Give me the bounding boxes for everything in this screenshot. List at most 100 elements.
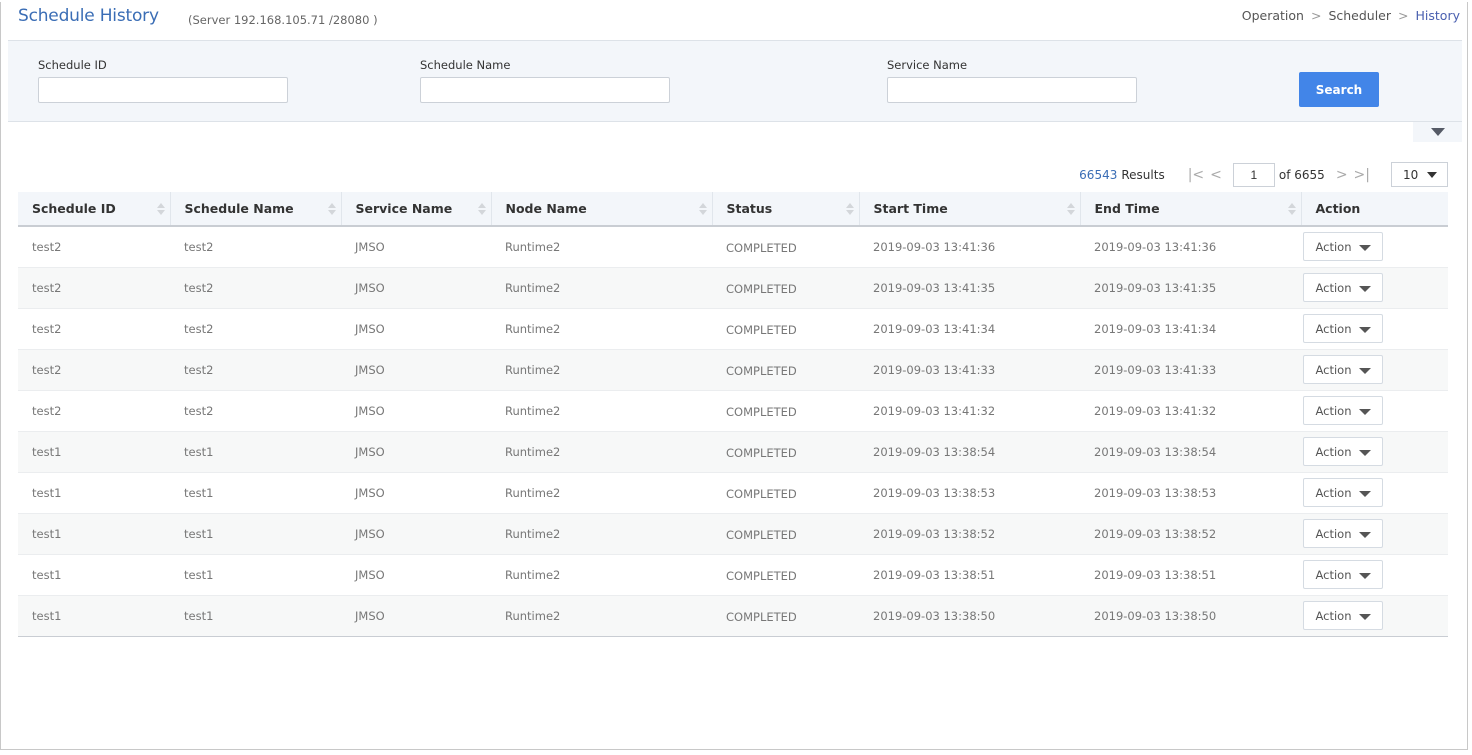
- breadcrumb-scheduler[interactable]: Scheduler: [1328, 8, 1391, 23]
- sort-desc-icon: [156, 210, 165, 215]
- action-label: Action: [1315, 526, 1352, 541]
- cell-service-name: JMSO: [341, 595, 491, 637]
- page-size-value: 10: [1403, 167, 1419, 182]
- service-name-input[interactable]: [887, 77, 1137, 103]
- pagination: 66543 Results |< < of 6655 > >| 10: [1079, 162, 1448, 187]
- breadcrumb-operation[interactable]: Operation: [1242, 8, 1304, 23]
- cell-end-time: 2019-09-03 13:38:51: [1080, 554, 1301, 596]
- cell-end-time: 2019-09-03 13:38:52: [1080, 513, 1301, 555]
- cell-service-name: JMSO: [341, 513, 491, 555]
- sort-asc-icon: [698, 203, 707, 208]
- cell-action: Action: [1301, 554, 1448, 596]
- cell-schedule-name: test1: [170, 513, 341, 555]
- column-header-label: Schedule Name: [184, 201, 294, 216]
- cell-node-name: Runtime2: [491, 513, 712, 555]
- cell-end-time: 2019-09-03 13:38:54: [1080, 431, 1301, 473]
- table-row: test2 test2 JMSO Runtime2 COMPLETED 2019-09-0…: [18, 390, 1448, 432]
- sort-icon[interactable]: [156, 202, 165, 216]
- search-button[interactable]: Search: [1299, 72, 1379, 107]
- cell-node-name: Runtime2: [491, 431, 712, 473]
- table-row: test1 test1 JMSO Runtime2 COMPLETED 2019-09-0…: [18, 472, 1448, 514]
- cell-status: COMPLETED: [712, 513, 859, 555]
- action-dropdown-button[interactable]: Action: [1303, 601, 1383, 630]
- cell-end-time: 2019-09-03 13:38:53: [1080, 472, 1301, 514]
- table-row: test1 test1 JMSO Runtime2 COMPLETED 2019-09-0…: [18, 595, 1448, 637]
- schedule-id-input[interactable]: [38, 77, 288, 103]
- column-header-action: Action: [1301, 192, 1448, 227]
- schedule-name-field: Schedule Name: [420, 58, 670, 103]
- action-dropdown-button[interactable]: Action: [1303, 355, 1383, 384]
- cell-action: Action: [1301, 431, 1448, 473]
- column-header-schedule-id[interactable]: Schedule ID: [18, 192, 171, 227]
- column-header-status[interactable]: Status: [712, 192, 860, 227]
- breadcrumb: Operation > Scheduler > History: [1242, 8, 1460, 23]
- table-row: test1 test1 JMSO Runtime2 COMPLETED 2019-09-0…: [18, 554, 1448, 596]
- cell-node-name: Runtime2: [491, 472, 712, 514]
- sort-desc-icon: [845, 210, 854, 215]
- cell-schedule-id: test2: [18, 267, 170, 309]
- cell-end-time: 2019-09-03 13:41:34: [1080, 308, 1301, 350]
- prev-page-icon[interactable]: <: [1207, 167, 1225, 183]
- column-header-node-name[interactable]: Node Name: [491, 192, 713, 227]
- cell-action: Action: [1301, 472, 1448, 514]
- page-size-select[interactable]: 10: [1391, 162, 1448, 187]
- action-dropdown-button[interactable]: Action: [1303, 314, 1383, 343]
- action-dropdown-button[interactable]: Action: [1303, 519, 1383, 548]
- cell-schedule-id: test1: [18, 513, 170, 555]
- cell-status: COMPLETED: [712, 390, 859, 432]
- cell-end-time: 2019-09-03 13:41:32: [1080, 390, 1301, 432]
- cell-action: Action: [1301, 349, 1448, 391]
- schedule-id-label: Schedule ID: [38, 58, 107, 72]
- sort-asc-icon: [156, 203, 165, 208]
- table-row: test1 test1 JMSO Runtime2 COMPLETED 2019-09-0…: [18, 431, 1448, 473]
- cell-service-name: JMSO: [341, 349, 491, 391]
- sort-icon[interactable]: [845, 202, 854, 216]
- cell-node-name: Runtime2: [491, 554, 712, 596]
- action-dropdown-button[interactable]: Action: [1303, 232, 1383, 262]
- breadcrumb-separator: >: [1310, 8, 1322, 23]
- sort-icon[interactable]: [327, 202, 336, 216]
- last-page-icon[interactable]: >|: [1351, 167, 1373, 183]
- column-header-end-time[interactable]: End Time: [1080, 192, 1302, 227]
- cell-action: Action: [1301, 267, 1448, 309]
- sort-icon[interactable]: [698, 202, 707, 216]
- sort-icon[interactable]: [477, 202, 486, 216]
- sort-icon[interactable]: [1287, 202, 1296, 216]
- cell-node-name: Runtime2: [491, 595, 712, 637]
- action-dropdown-button[interactable]: Action: [1303, 560, 1383, 589]
- cell-schedule-name: test1: [170, 472, 341, 514]
- cell-schedule-id: test1: [18, 595, 170, 637]
- next-page-icon[interactable]: >: [1333, 167, 1351, 183]
- schedule-name-label: Schedule Name: [420, 58, 511, 72]
- column-header-service-name[interactable]: Service Name: [341, 192, 492, 227]
- action-label: Action: [1315, 280, 1352, 295]
- action-dropdown-button[interactable]: Action: [1303, 396, 1383, 425]
- schedule-name-input[interactable]: [420, 77, 670, 103]
- column-header-schedule-name[interactable]: Schedule Name: [170, 192, 342, 227]
- sort-asc-icon: [845, 203, 854, 208]
- column-header-label: Schedule ID: [32, 201, 116, 216]
- sort-asc-icon: [327, 203, 336, 208]
- sort-icon[interactable]: [1066, 202, 1075, 216]
- schedule-history-table: Schedule ID Schedule Name Service Name Node…: [18, 192, 1448, 637]
- cell-node-name: Runtime2: [491, 349, 712, 391]
- column-header-start-time[interactable]: Start Time: [859, 192, 1081, 227]
- cell-status: COMPLETED: [712, 472, 859, 514]
- collapse-search-toggle[interactable]: [1413, 122, 1462, 142]
- page-title: Schedule History: [18, 6, 159, 26]
- action-dropdown-button[interactable]: Action: [1303, 478, 1383, 507]
- cell-start-time: 2019-09-03 13:41:34: [859, 308, 1080, 350]
- page-number-input[interactable]: [1232, 162, 1275, 187]
- cell-node-name: Runtime2: [491, 226, 712, 268]
- action-dropdown-button[interactable]: Action: [1303, 437, 1383, 466]
- cell-service-name: JMSO: [341, 308, 491, 350]
- cell-service-name: JMSO: [341, 472, 491, 514]
- cell-action: Action: [1301, 226, 1448, 268]
- first-page-icon[interactable]: |<: [1185, 167, 1207, 183]
- server-info: (Server 192.168.105.71 /28080 ): [188, 13, 378, 27]
- cell-schedule-id: test2: [18, 308, 170, 350]
- action-dropdown-button[interactable]: Action: [1303, 273, 1383, 302]
- caret-down-icon: [1358, 367, 1371, 374]
- cell-schedule-name: test1: [170, 431, 341, 473]
- cell-status: COMPLETED: [712, 595, 859, 637]
